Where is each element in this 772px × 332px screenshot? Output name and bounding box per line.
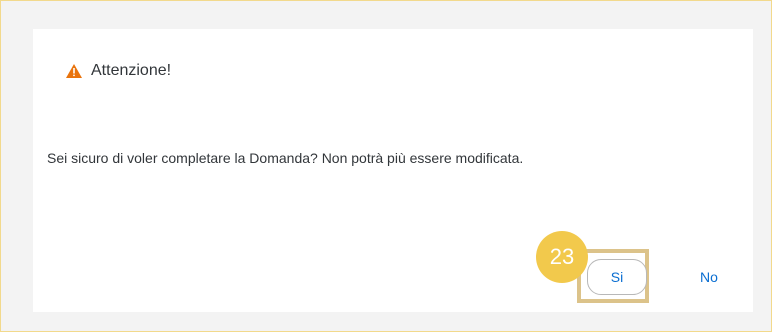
screen-frame: Attenzione! Sei sicuro di voler completa… [0, 0, 772, 332]
dialog-header: Attenzione! [65, 62, 171, 80]
warning-icon [65, 63, 83, 79]
dialog-title: Attenzione! [91, 62, 172, 79]
dialog-message: Sei sicuro di voler completare la Domand… [47, 150, 524, 166]
no-button[interactable]: No [685, 259, 733, 295]
step-badge: 23 [536, 231, 588, 283]
yes-button[interactable]: Si [587, 259, 647, 295]
